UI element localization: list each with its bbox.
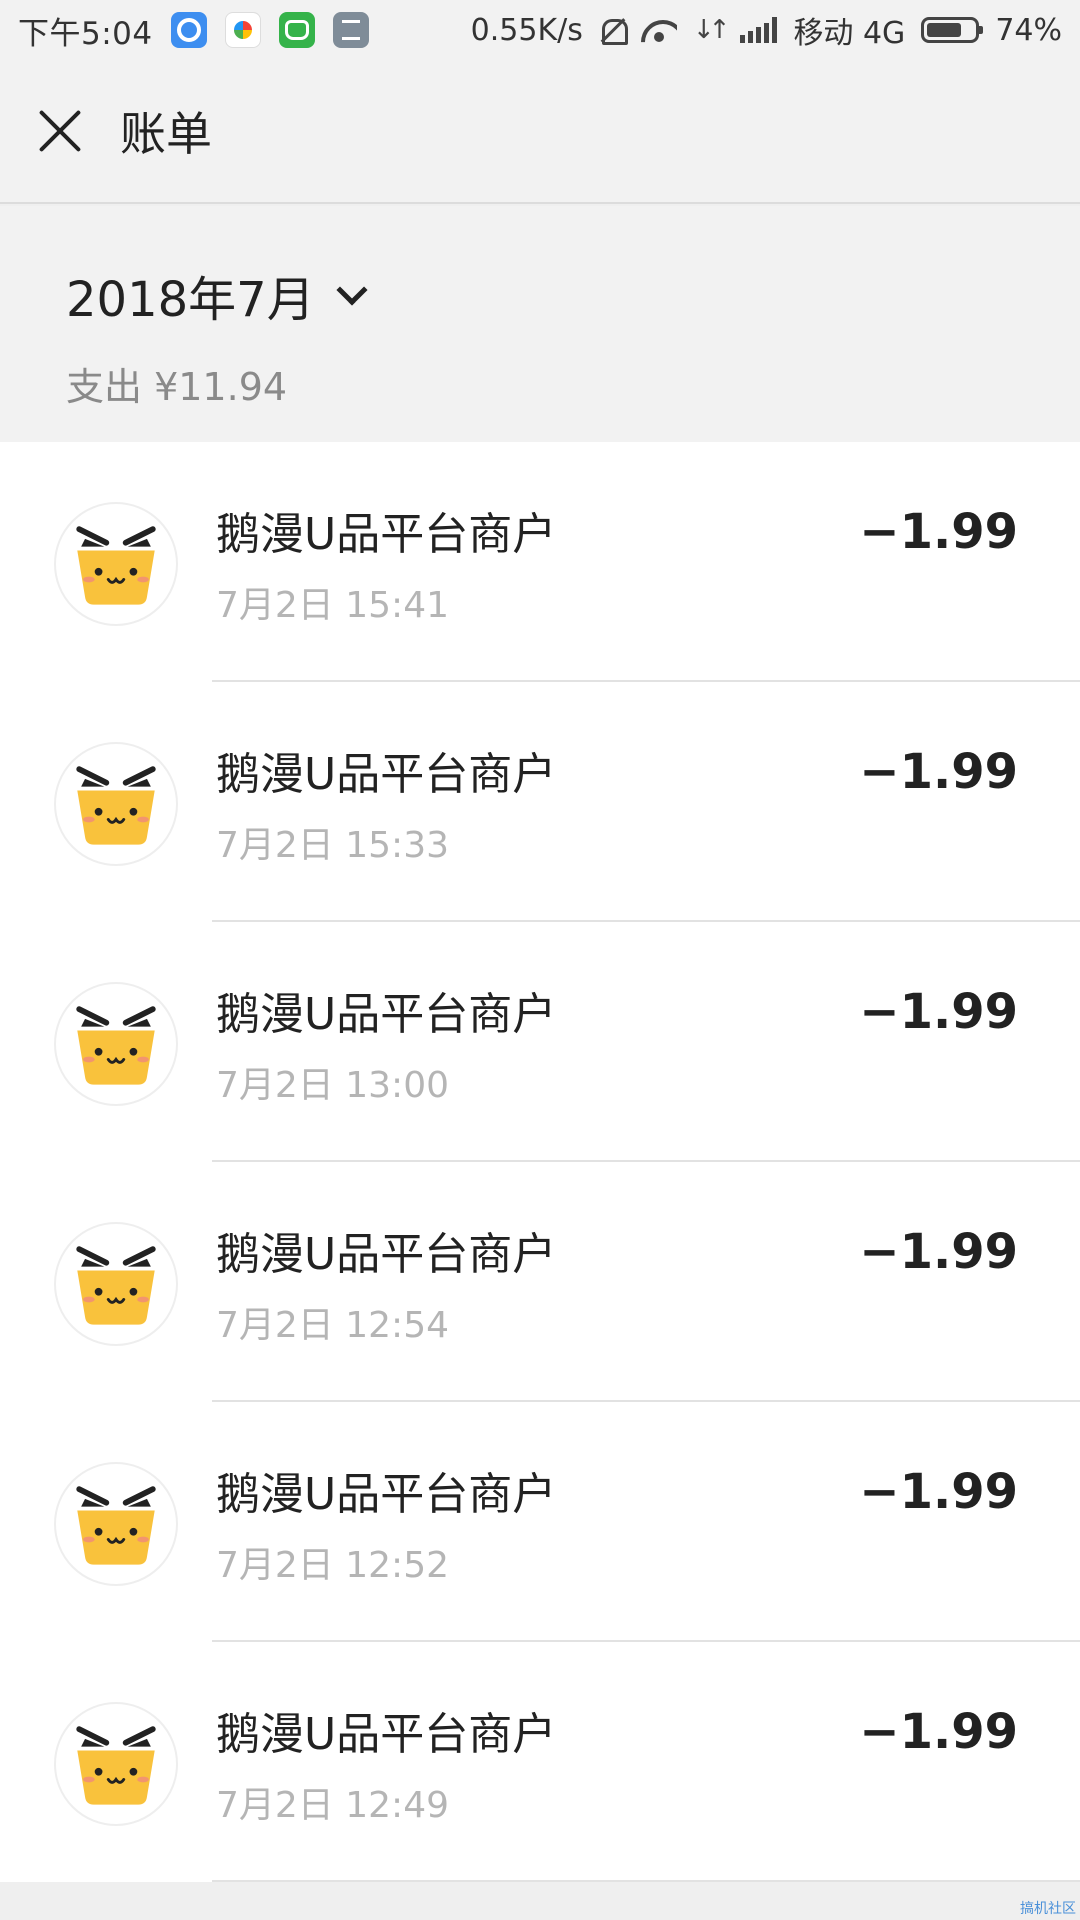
merchant-avatar-icon	[54, 1702, 178, 1826]
merchant-avatar-icon	[54, 1222, 178, 1346]
transaction-row[interactable]: 鹅漫U品平台商户 7月2日 12:49 −1.99	[0, 1642, 1080, 1882]
transaction-time: 7月2日 13:00	[216, 1065, 449, 1106]
transaction-amount: −1.99	[859, 1704, 1018, 1760]
merchant-avatar-icon	[54, 742, 178, 866]
merchant-name: 鹅漫U品平台商户	[216, 989, 557, 1040]
spent-total: 支出 ¥11.94	[66, 365, 288, 409]
chevron-down-icon	[336, 274, 368, 306]
android-app-icon	[278, 12, 315, 48]
carrier-label: 移动 4G	[793, 16, 906, 51]
status-time: 下午5:04	[18, 15, 153, 52]
merchant-name: 鹅漫U品平台商户	[216, 509, 557, 560]
battery-percent: 74%	[995, 12, 1062, 48]
merchant-name: 鹅漫U品平台商户	[216, 1229, 557, 1280]
transaction-row[interactable]: 鹅漫U品平台商户 7月2日 15:33 −1.99	[0, 682, 1080, 922]
transaction-list: 鹅漫U品平台商户 7月2日 15:41 −1.99 鹅漫U品平台商户 7月2日 …	[0, 442, 1080, 1882]
status-bar: 下午5:04 0.55K/s ↓↑ 移动 4G 74%	[0, 0, 1080, 60]
network-speed: 0.55K/s	[470, 12, 583, 48]
month-selector[interactable]: 2018年7月	[66, 260, 1080, 330]
watermark: 搞机社区	[1020, 1901, 1076, 1917]
merchant-avatar-icon	[54, 982, 178, 1106]
transaction-amount: −1.99	[859, 1464, 1018, 1520]
merchant-name: 鹅漫U品平台商户	[216, 1469, 557, 1520]
merchant-name: 鹅漫U品平台商户	[216, 749, 557, 800]
transaction-amount: −1.99	[859, 984, 1018, 1040]
transaction-amount: −1.99	[859, 744, 1018, 800]
month-label: 2018年7月	[66, 272, 315, 328]
transaction-amount: −1.99	[859, 504, 1018, 560]
close-icon[interactable]	[28, 99, 92, 163]
transaction-time: 7月2日 12:52	[216, 1545, 449, 1586]
page-title: 账单	[120, 107, 212, 161]
transaction-row[interactable]: 鹅漫U品平台商户 7月2日 12:54 −1.99	[0, 1162, 1080, 1402]
merchant-avatar-icon	[54, 1462, 178, 1586]
signal-icon	[740, 17, 778, 43]
transaction-time: 7月2日 15:41	[216, 585, 449, 626]
notes-app-icon	[332, 12, 369, 48]
battery-icon	[921, 17, 984, 43]
merchant-avatar-icon	[54, 502, 178, 626]
wifi-icon	[641, 16, 677, 44]
transaction-time: 7月2日 12:54	[216, 1305, 449, 1346]
transaction-time: 7月2日 12:49	[216, 1785, 449, 1826]
data-transfer-icon: ↓↑	[692, 15, 730, 45]
app-header: 账单	[0, 60, 1080, 204]
month-summary: 2018年7月 支出 ¥11.94	[0, 206, 1080, 442]
messenger-app-icon	[170, 12, 207, 48]
merchant-name: 鹅漫U品平台商户	[216, 1709, 557, 1760]
photos-app-icon	[224, 12, 261, 48]
transaction-row[interactable]: 鹅漫U品平台商户 7月2日 15:41 −1.99	[0, 442, 1080, 682]
transaction-row[interactable]: 鹅漫U品平台商户 7月2日 13:00 −1.99	[0, 922, 1080, 1162]
transaction-time: 7月2日 15:33	[216, 825, 449, 866]
bell-muted-icon	[599, 15, 628, 45]
transaction-row[interactable]: 鹅漫U品平台商户 7月2日 12:52 −1.99	[0, 1402, 1080, 1642]
transaction-amount: −1.99	[859, 1224, 1018, 1280]
